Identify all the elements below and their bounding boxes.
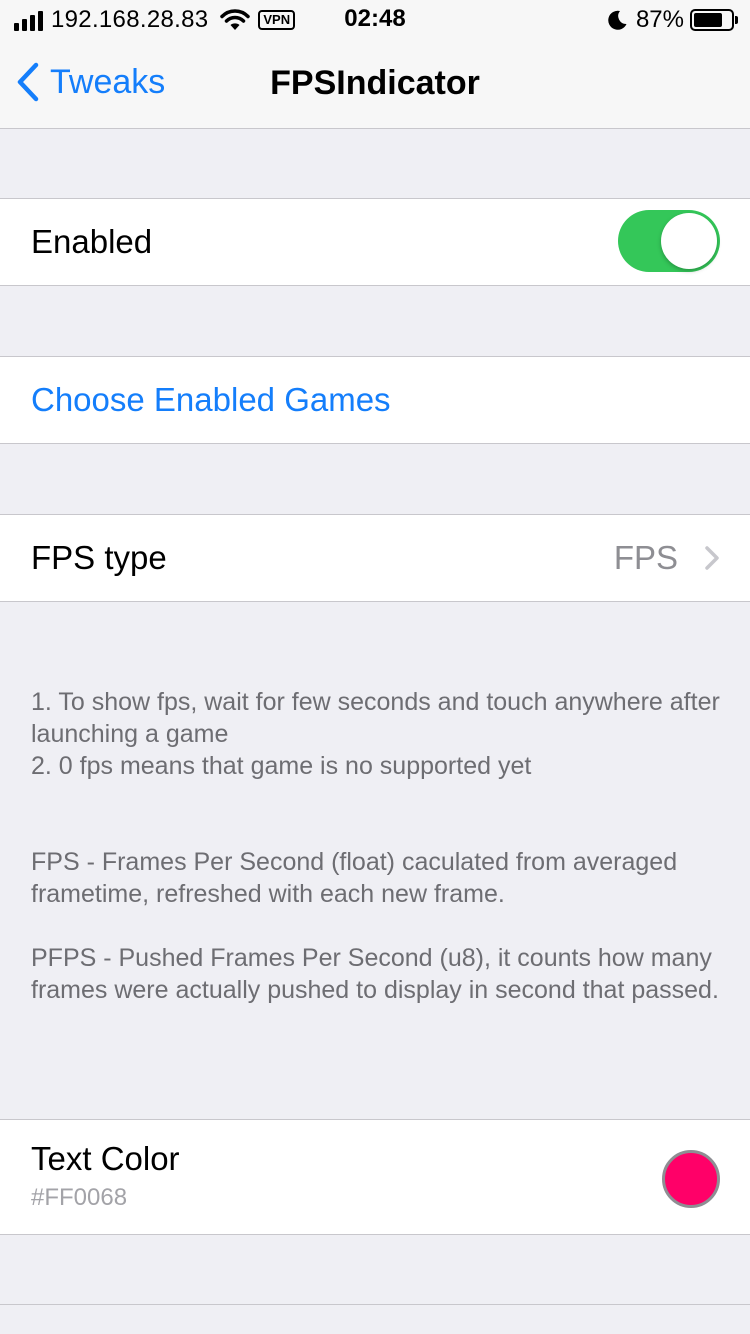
choose-games-link[interactable]: Choose Enabled Games — [31, 381, 391, 419]
chevron-right-icon — [705, 546, 719, 570]
back-button-label: Tweaks — [50, 62, 166, 101]
ip-address: 192.168.28.83 — [51, 6, 209, 33]
text-color-label: Text Color — [31, 1140, 180, 1177]
section-divider — [0, 1304, 750, 1305]
text-color-cell[interactable]: Text Color #FF0068 — [0, 1119, 750, 1235]
toggle-knob — [661, 213, 717, 269]
status-bar-right: 87% — [606, 6, 738, 34]
chevron-left-icon — [17, 62, 39, 102]
moon-icon — [608, 10, 627, 30]
fps-type-label: FPS type — [31, 539, 167, 576]
battery-percent: 87% — [635, 6, 684, 33]
fps-type-value: FPS — [613, 539, 678, 576]
signal-icon — [14, 9, 43, 31]
battery-level — [694, 13, 722, 27]
fps-type-cell[interactable]: FPS type FPS — [0, 514, 750, 602]
enabled-cell: Enabled — [0, 198, 750, 286]
enabled-toggle[interactable] — [618, 210, 720, 272]
pfps-description: PFPS - Pushed Frames Per Second (u8), it… — [31, 944, 719, 1004]
vpn-badge: VPN — [258, 10, 296, 30]
battery-icon — [690, 9, 738, 31]
fps-description: FPS - Frames Per Second (float) caculate… — [31, 848, 678, 908]
footer-notes: 1. To show fps, wait for few seconds and… — [31, 688, 720, 780]
choose-games-cell[interactable]: Choose Enabled Games — [0, 356, 750, 444]
back-button[interactable]: Tweaks — [16, 62, 165, 102]
battery-tip — [735, 16, 738, 24]
text-color-hex: #FF0068 — [31, 1184, 128, 1211]
wifi-icon — [220, 9, 251, 30]
status-bar-left: 192.168.28.83 VPN — [14, 6, 296, 34]
enabled-label: Enabled — [31, 223, 153, 260]
color-swatch[interactable] — [662, 1150, 720, 1208]
navigation-bar: Tweaks FPSIndicator — [0, 40, 750, 129]
status-bar: 192.168.28.83 VPN 02:48 87% — [0, 0, 750, 40]
